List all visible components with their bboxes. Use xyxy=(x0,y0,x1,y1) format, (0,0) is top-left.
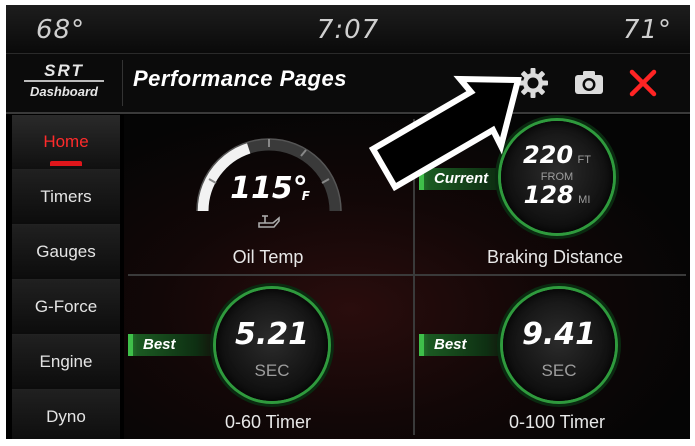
sidebar-item-label: G-Force xyxy=(34,297,98,316)
sidebar-item-dyno[interactable]: Dyno xyxy=(12,390,120,439)
sidebar-item-home[interactable]: Home xyxy=(12,115,120,170)
braking-distance-ring: 220 FT FROM 128 MI xyxy=(501,121,613,233)
sidebar-item-label: Engine xyxy=(39,352,93,371)
braking-speed-row: 128 MI xyxy=(501,181,613,209)
oil-temp-readout: 115°F xyxy=(228,171,318,206)
timer-0-60-value: 5.21 xyxy=(234,317,310,352)
timer-0-60-tile[interactable]: Best 5.21 SEC 0-60 Timer xyxy=(124,276,413,439)
best-badge: Best xyxy=(128,334,223,356)
srt-dashboard-logo: SRT Dashboard xyxy=(14,62,114,106)
best-badge: Best xyxy=(419,334,514,356)
status-bar: 68° 7:07 71° xyxy=(6,5,690,54)
braking-speed-value: 128 xyxy=(523,181,574,209)
page-title: Performance Pages xyxy=(133,66,347,91)
sidebar-item-label: Home xyxy=(43,132,89,151)
braking-distance-unit: FT xyxy=(577,154,591,166)
timer-0-100-value: 9.41 xyxy=(521,317,597,352)
braking-distance-tile[interactable]: Current 220 FT FROM 128 MI Braking Dista… xyxy=(415,115,690,274)
timer-0-100-ring: 9.41 SEC xyxy=(503,289,615,401)
sidebar-item-g-force[interactable]: G-Force xyxy=(12,280,120,335)
sidebar-nav: Home Timers Gauges G-Force Engine Dyno xyxy=(12,115,120,439)
page-header: SRT Dashboard Performance Pages xyxy=(6,54,690,114)
sidebar-item-label: Dyno xyxy=(46,407,86,426)
timer-0-100-unit: SEC xyxy=(541,361,577,380)
timer-0-100-label: 0-100 Timer xyxy=(508,412,606,432)
braking-distance-value: 220 xyxy=(522,141,574,169)
braking-distance-label: Braking Distance xyxy=(486,247,624,267)
outside-temp-right: 71° xyxy=(622,15,672,45)
clock: 7:07 xyxy=(316,15,380,45)
timer-0-60-label: 0-60 Timer xyxy=(224,412,312,432)
sidebar-item-label: Timers xyxy=(40,187,92,206)
oil-temp-tile[interactable]: 115°F Oil Temp xyxy=(124,115,413,274)
sidebar-item-label: Gauges xyxy=(36,242,96,261)
logo-dashboard-text: Dashboard xyxy=(30,84,98,99)
sidebar-item-engine[interactable]: Engine xyxy=(12,335,120,390)
timer-0-60-ring: 5.21 SEC xyxy=(216,289,328,401)
header-divider xyxy=(122,60,123,106)
timer-0-100-tile[interactable]: Best 9.41 SEC 0-100 Timer xyxy=(415,276,690,439)
close-icon[interactable] xyxy=(626,66,660,100)
oil-temp-unit: F xyxy=(301,189,310,203)
dashboard-grid: 115°F Oil Temp Current 220 FT FROM 128 M… xyxy=(124,115,690,439)
head-unit-screen: 68° 7:07 71° SRT Dashboard Performance P… xyxy=(6,5,690,439)
timer-0-60-unit: SEC xyxy=(254,361,290,380)
braking-speed-unit: MI xyxy=(578,194,591,206)
camera-icon[interactable] xyxy=(572,66,606,100)
braking-distance-value-row: 220 FT xyxy=(501,141,613,169)
logo-srt-text: SRT xyxy=(24,62,104,82)
sidebar-item-timers[interactable]: Timers xyxy=(12,170,120,225)
oil-temp-label: Oil Temp xyxy=(232,247,304,267)
sidebar-item-gauges[interactable]: Gauges xyxy=(12,225,120,280)
gear-icon[interactable] xyxy=(516,66,550,100)
oil-can-icon xyxy=(258,215,280,228)
oil-temp-value: 115° xyxy=(230,171,308,206)
